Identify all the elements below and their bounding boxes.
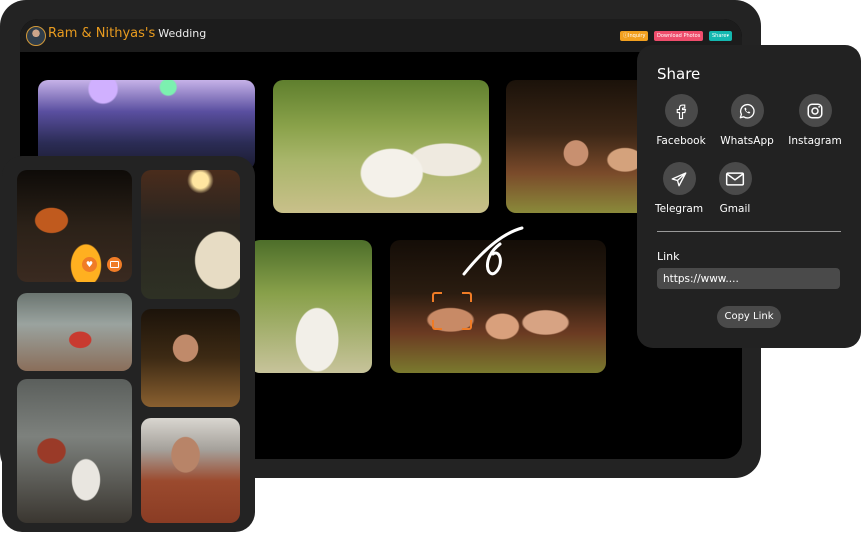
comment-button[interactable] (107, 257, 122, 272)
face-detect-marker (432, 292, 472, 330)
share-whatsapp[interactable]: WhatsApp (717, 94, 777, 147)
share-label: Facebook (656, 135, 706, 147)
photo-birthday-party[interactable] (17, 293, 132, 371)
photo-campfire-guitar[interactable]: ♥ (17, 170, 132, 282)
share-label: WhatsApp (720, 135, 774, 147)
telegram-icon (662, 162, 696, 195)
photo-family-garden-2[interactable] (250, 240, 372, 373)
comment-icon (110, 261, 119, 268)
facebook-icon (664, 94, 698, 127)
page-title: Ram & Nithyas's Wedding (48, 26, 206, 41)
inquiry-button[interactable]: ⓘInquiry (620, 31, 649, 41)
share-instagram[interactable]: Instagram (785, 94, 845, 147)
share-title: Share (657, 65, 701, 83)
like-button[interactable]: ♥ (82, 257, 97, 272)
share-gmail[interactable]: Gmail (705, 162, 765, 215)
copy-link-button[interactable]: Copy Link (717, 306, 781, 328)
download-photos-button[interactable]: Download Photos (654, 31, 704, 41)
photo-man-drinking[interactable] (141, 309, 240, 407)
gmail-icon (718, 162, 752, 195)
share-facebook[interactable]: Facebook (651, 94, 711, 147)
divider (657, 231, 841, 232)
phone-frame: ♥ (2, 156, 255, 532)
share-label: Share (712, 33, 727, 39)
top-bar: Ram & Nithyas's Wedding ⓘInquiry Download… (20, 19, 742, 52)
title-suffix: Wedding (158, 27, 207, 40)
photo-man-smiling[interactable] (141, 418, 240, 523)
share-telegram[interactable]: Telegram (649, 162, 709, 215)
heart-icon: ♥ (85, 260, 94, 269)
link-input[interactable] (657, 268, 840, 289)
instagram-icon (798, 94, 832, 127)
caret-down-icon: ▾ (726, 33, 729, 39)
avatar[interactable] (26, 26, 46, 46)
share-panel: Share Facebook WhatsApp Instagram Telegr… (637, 45, 861, 348)
photo-selfie-group-top[interactable] (506, 80, 646, 213)
share-button[interactable]: Share▾ (709, 31, 732, 41)
share-label: Gmail (719, 203, 751, 215)
inquiry-label: Inquiry (628, 33, 646, 39)
whatsapp-icon (730, 94, 764, 127)
swirl-decoration (462, 226, 524, 276)
photo-couple-evening[interactable] (141, 170, 240, 299)
share-label: Instagram (788, 135, 842, 147)
couple-names: Ram & Nithyas's (48, 26, 156, 41)
link-label: Link (657, 250, 680, 263)
photo-family-garden[interactable] (273, 80, 489, 213)
photo-dinner-table[interactable] (17, 379, 132, 523)
share-label: Telegram (654, 203, 704, 215)
